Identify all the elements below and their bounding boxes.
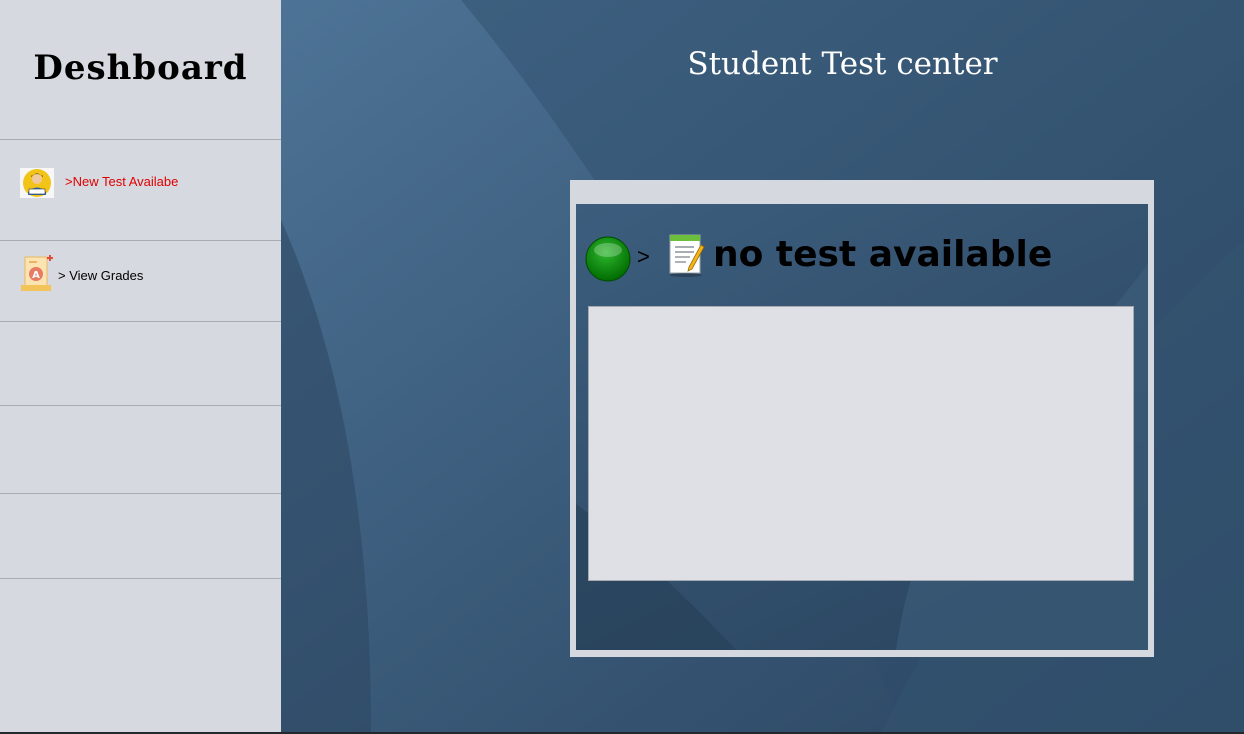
sidebar: Deshboard >New Test Availabe A > View Gr… bbox=[0, 0, 281, 732]
arrow-separator: > bbox=[637, 244, 650, 269]
sidebar-divider bbox=[0, 405, 281, 406]
sidebar-divider bbox=[0, 493, 281, 494]
grade-certificate-icon: A bbox=[21, 255, 53, 297]
document-edit-icon bbox=[666, 233, 708, 281]
sidebar-divider bbox=[0, 139, 281, 140]
student-reading-icon bbox=[20, 168, 54, 202]
test-list-area[interactable] bbox=[588, 306, 1134, 581]
sidebar-item-label: >New Test Availabe bbox=[65, 174, 179, 189]
test-panel: > no test available bbox=[570, 180, 1154, 657]
svg-text:A: A bbox=[32, 270, 40, 281]
sidebar-item-view-grades[interactable]: A > View Grades bbox=[0, 245, 281, 305]
app-window: Deshboard >New Test Availabe A > View Gr… bbox=[0, 0, 1244, 734]
sidebar-divider bbox=[0, 321, 281, 322]
status-message: no test available bbox=[713, 234, 1053, 275]
green-orb-icon bbox=[585, 236, 631, 286]
sidebar-title: Deshboard bbox=[33, 48, 248, 88]
page-title: Student Test center bbox=[687, 46, 998, 82]
sidebar-divider bbox=[0, 240, 281, 241]
sidebar-item-label: > View Grades bbox=[58, 268, 144, 283]
sidebar-item-new-test[interactable]: >New Test Availabe bbox=[0, 150, 281, 210]
sidebar-divider bbox=[0, 578, 281, 579]
test-panel-content: > no test available bbox=[576, 204, 1148, 650]
